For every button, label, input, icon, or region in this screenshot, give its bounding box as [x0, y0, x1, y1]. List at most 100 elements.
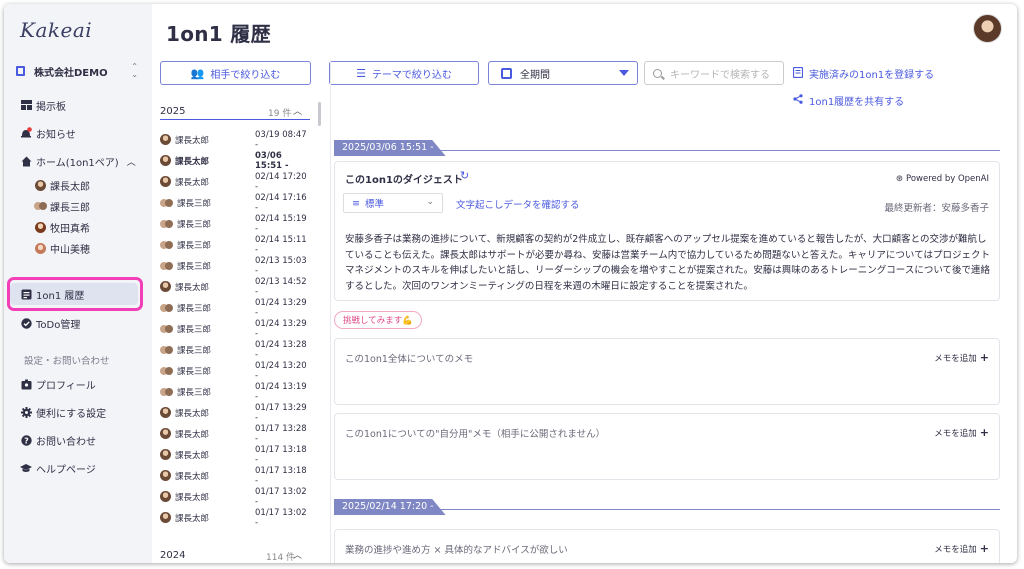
- private-memo-card: この1on1についての"自分用"メモ（相手に公開されません） メモを追加 +: [334, 413, 1000, 480]
- history-row[interactable]: 課長太郎 01/17 13:29 -: [160, 402, 310, 423]
- sidebar-item-notifications[interactable]: お知らせ: [4, 122, 152, 144]
- history-row[interactable]: 課長三郎 01/24 13:29 -: [160, 297, 310, 318]
- sidebar-item-label: 課長三郎: [50, 202, 90, 214]
- sidebar-item-contact[interactable]: ? お問い合わせ: [4, 429, 152, 451]
- sidebar-item-help[interactable]: ヘルプページ: [4, 457, 152, 479]
- year-label: 2024: [160, 550, 186, 561]
- partner-name: 課長三郎: [177, 345, 212, 356]
- bell-icon: [20, 127, 32, 139]
- year-divider: [160, 119, 310, 120]
- history-row[interactable]: 課長太郎 02/13 14:52 -: [160, 276, 310, 297]
- highlight-box: [7, 277, 143, 311]
- link-label: 1on1履歴を共有する: [809, 97, 905, 108]
- chevron-up-icon[interactable]: ︿: [293, 104, 302, 117]
- digest-style-select[interactable]: ≡ 標準 ⌄: [343, 193, 443, 213]
- history-row[interactable]: 課長三郎 01/24 13:28 -: [160, 339, 310, 360]
- reaction-chip[interactable]: 挑戦してみます💪: [334, 311, 422, 329]
- chevron-up-icon[interactable]: ︿: [293, 548, 302, 561]
- add-memo-button[interactable]: メモを追加 +: [934, 426, 989, 439]
- history-row[interactable]: 課長太郎 01/17 13:02 -: [160, 486, 310, 507]
- history-row[interactable]: 課長三郎 02/14 17:16 -: [160, 192, 310, 213]
- avatar: [160, 155, 171, 166]
- partner-name: 課長三郎: [177, 324, 212, 335]
- plus-icon: +: [979, 351, 989, 364]
- add-memo-button[interactable]: メモを追加 +: [934, 542, 989, 555]
- avatar: [160, 219, 173, 229]
- history-row[interactable]: 課長太郎 03/06 15:51 -: [160, 150, 310, 171]
- session-date: 02/13 15:03 -: [255, 255, 307, 276]
- history-row[interactable]: 課長三郎 01/24 13:19 -: [160, 381, 310, 402]
- period-select[interactable]: 全期間: [488, 61, 638, 85]
- transcript-link[interactable]: 文字起こしデータを確認する: [456, 197, 580, 211]
- help-circle-icon: ?: [20, 434, 32, 446]
- list-icon: ≡: [352, 197, 360, 209]
- filter-theme-button[interactable]: ☰ テーマで絞り込む: [329, 61, 479, 85]
- digest-title: この1on1のダイジェスト: [345, 175, 463, 186]
- history-row[interactable]: 課長太郎 03/19 08:47 -: [160, 129, 310, 150]
- avatar: [160, 428, 171, 439]
- avatar: [160, 512, 171, 523]
- search-input[interactable]: キーワードで検索する: [644, 61, 784, 85]
- history-row[interactable]: 課長太郎 01/17 13:18 -: [160, 444, 310, 465]
- partner-name: 課長太郎: [175, 471, 210, 482]
- history-row[interactable]: 課長太郎 01/17 13:02 -: [160, 507, 310, 528]
- history-row[interactable]: 課長三郎 01/24 13:29 -: [160, 318, 310, 339]
- avatar: [160, 176, 171, 187]
- sidebar-item-pair[interactable]: 牧田真希: [4, 216, 152, 238]
- share-link[interactable]: 1on1履歴を共有する: [793, 93, 904, 108]
- avatar: [160, 240, 173, 250]
- sidebar-item-pair[interactable]: 課長太郎: [4, 174, 152, 196]
- session-date: 01/17 13:02 -: [255, 507, 307, 528]
- avatar: [34, 221, 46, 233]
- partner-name: 課長三郎: [177, 261, 212, 272]
- document-icon: [792, 66, 804, 81]
- avatar: [160, 324, 173, 334]
- org-name: 株式会社DEMO: [34, 67, 108, 79]
- history-row[interactable]: 課長太郎 01/17 13:28 -: [160, 423, 310, 444]
- link-label: 実施済みの1on1を登録する: [809, 70, 935, 81]
- history-row[interactable]: 課長太郎 02/14 17:20 -: [160, 171, 310, 192]
- sidebar-item-pair[interactable]: 課長三郎: [4, 195, 152, 217]
- partner-name: 課長三郎: [177, 303, 212, 314]
- building-icon: [16, 66, 25, 76]
- partner-name: 課長太郎: [175, 429, 210, 440]
- partner-name: 課長三郎: [177, 198, 212, 209]
- history-row[interactable]: 課長三郎 02/14 15:19 -: [160, 213, 310, 234]
- select-value: 標準: [364, 199, 384, 210]
- avatar: [160, 387, 173, 397]
- sidebar-item-label: 課長太郎: [50, 181, 90, 193]
- history-row[interactable]: 課長太郎 01/17 13:18 -: [160, 465, 310, 486]
- gear-icon: [20, 406, 32, 418]
- sidebar-item-todo[interactable]: ToDo管理: [4, 312, 152, 334]
- graduation-cap-icon: [20, 462, 32, 474]
- history-row[interactable]: 課長三郎 02/13 15:03 -: [160, 255, 310, 276]
- history-row[interactable]: 課長三郎 02/14 15:11 -: [160, 234, 310, 255]
- avatar: [160, 345, 173, 355]
- avatar: [160, 303, 173, 313]
- section-heading: 設定・お問い合わせ: [24, 356, 110, 367]
- sidebar-item-preferences[interactable]: 便利にする設定: [4, 401, 152, 423]
- avatar: [160, 470, 171, 481]
- partner-name: 課長三郎: [177, 366, 212, 377]
- register-link[interactable]: 実施済みの1on1を登録する: [792, 66, 935, 81]
- count-label: 19 件: [268, 109, 292, 119]
- partner-name: 課長太郎: [175, 282, 210, 293]
- history-row[interactable]: 課長三郎 01/24 13:20 -: [160, 360, 310, 381]
- app-window: Kakeai 株式会社DEMO ⌃ ⌄ 掲示板 お知らせ ホーム(1on1ペア) …: [4, 4, 1017, 563]
- session-date: 01/17 13:18 -: [255, 465, 307, 486]
- user-avatar[interactable]: [973, 14, 1002, 43]
- caret-down-icon: [619, 70, 629, 76]
- session-date: 01/17 13:29 -: [255, 402, 307, 423]
- sidebar-item-label: 牧田真希: [50, 223, 90, 235]
- sidebar-item-board[interactable]: 掲示板: [4, 94, 152, 116]
- filter-partner-button[interactable]: 👥 相手で絞り込む: [160, 61, 311, 85]
- sidebar-item-profile[interactable]: プロフィール: [4, 373, 152, 395]
- sidebar-item-label: 便利にする設定: [36, 408, 107, 420]
- sidebar-item-home[interactable]: ホーム(1on1ペア) ︿: [4, 150, 152, 172]
- theme-card: 業務の進捗や進め方 × 具体的なアドバイスが欲しい メモを追加 +: [334, 529, 1000, 563]
- scrollbar[interactable]: [318, 102, 321, 126]
- org-switcher[interactable]: 株式会社DEMO ⌃ ⌄: [16, 63, 142, 79]
- sidebar-item-pair[interactable]: 中山美穂: [4, 237, 152, 259]
- refresh-icon[interactable]: ↻: [460, 169, 469, 182]
- add-memo-button[interactable]: メモを追加 +: [934, 351, 989, 364]
